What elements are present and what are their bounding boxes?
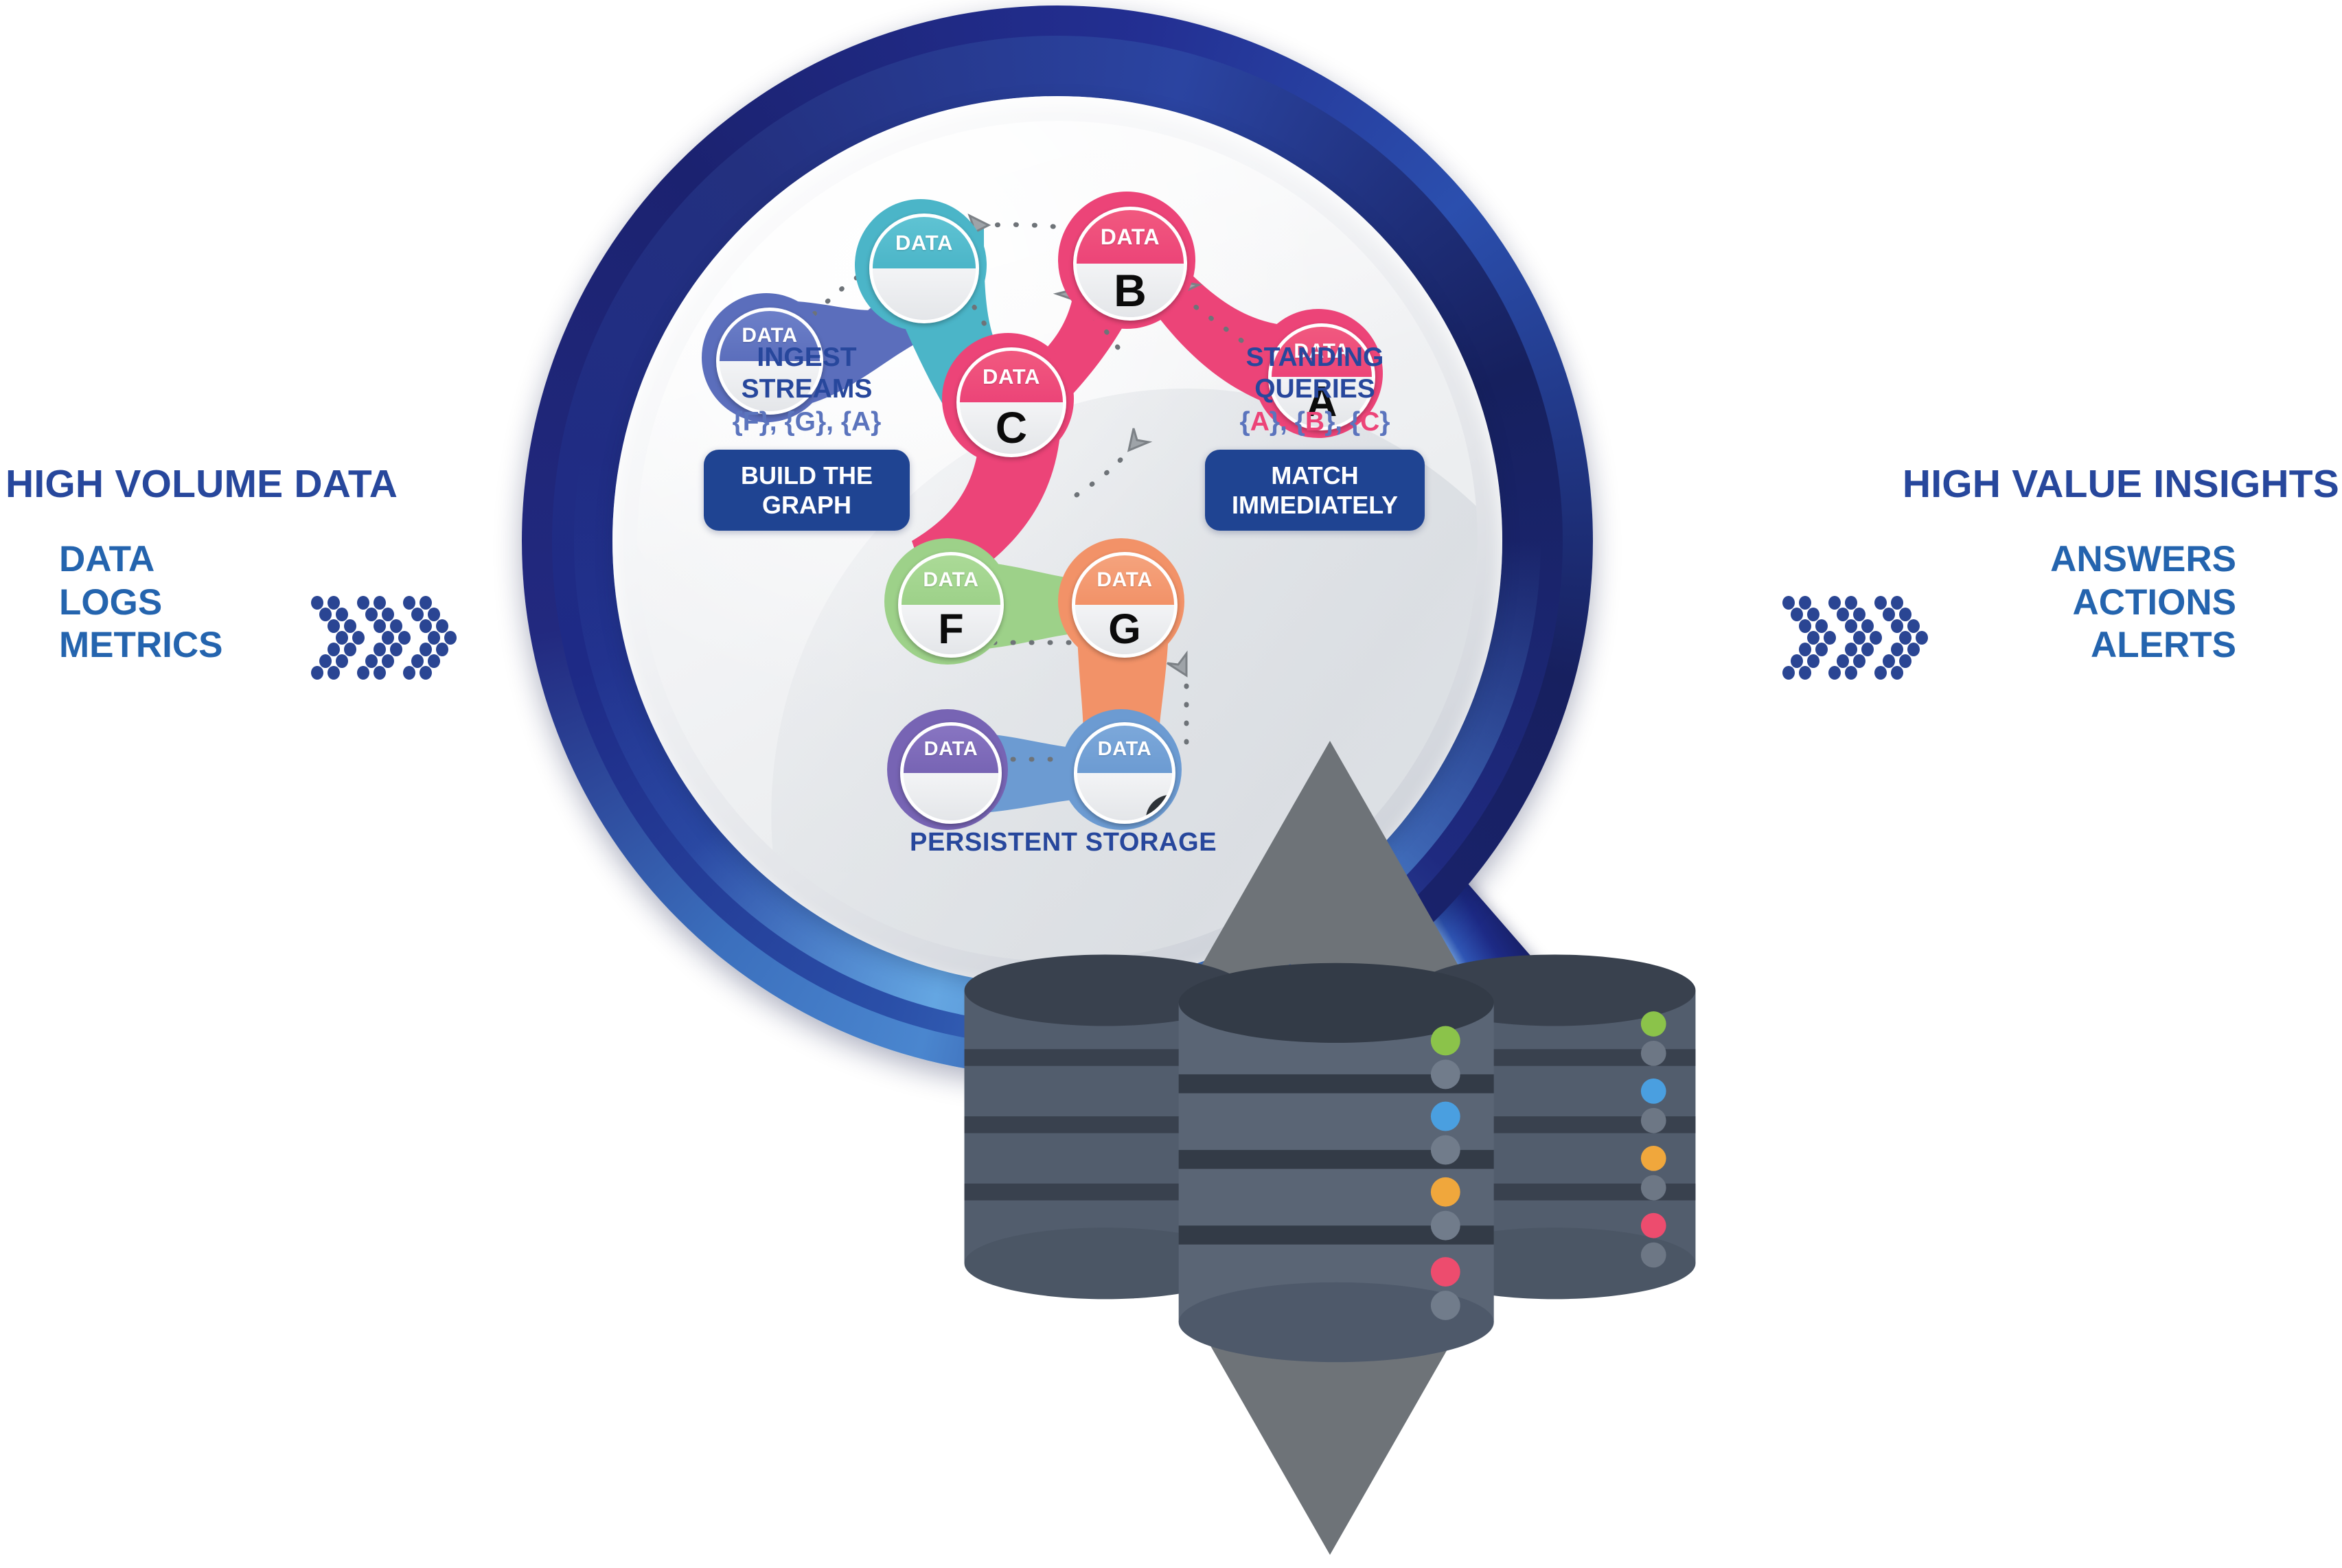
standing-queries-list: {A}, {B}, {C} <box>1239 407 1390 437</box>
persistent-storage-group: PERSISTENT STORAGE <box>910 728 1696 1555</box>
graph-node-b[interactable]: DATA B <box>1058 192 1195 329</box>
arrowhead-f-c <box>1127 428 1153 452</box>
node-badge: DATA <box>873 217 976 268</box>
graph-node-c[interactable]: DATA C <box>942 333 1074 465</box>
database-center <box>1178 962 1494 1363</box>
node-badge: DATA <box>902 555 1000 605</box>
match-immediately-button[interactable]: MATCH IMMEDIATELY <box>1205 449 1425 531</box>
chevron-dots-right-icon <box>310 592 468 684</box>
right-list-item-alerts: ALERTS <box>2091 625 2236 666</box>
node-face: DATA <box>869 214 979 323</box>
query-b: B <box>1305 407 1325 437</box>
node-face: DATA C <box>956 347 1066 457</box>
node-letter: B <box>1114 265 1147 316</box>
node-badge: DATA <box>1075 555 1174 605</box>
magnifying-glass-icon: DATA DATA DATA B DATA A DATA C DATA F DA… <box>522 5 1696 1555</box>
node-face: DATA F <box>898 552 1004 658</box>
standing-queries-label: STANDING QUERIES {A}, {B}, {C} MATCH IMM… <box>1195 342 1435 531</box>
right-list-item-answers: ANSWERS <box>2050 539 2236 579</box>
ingest-streams-label: INGEST STREAMS {F}, {G}, {A} BUILD THE G… <box>693 342 920 531</box>
graph-node-f[interactable]: DATA F <box>884 538 1011 665</box>
left-panel-title: HIGH VOLUME DATA <box>5 462 398 506</box>
graph-node-gears[interactable]: DATA <box>855 199 987 331</box>
query-c: C <box>1360 407 1380 437</box>
graph-node-g[interactable]: DATA G <box>1058 538 1184 665</box>
node-badge: DATA <box>960 351 1063 402</box>
query-a: A <box>1250 407 1270 437</box>
node-letter: C <box>995 403 1028 453</box>
ingest-line2: STREAMS <box>741 374 873 404</box>
node-letter: F <box>938 606 964 653</box>
right-list-item-actions: ACTIONS <box>2072 581 2237 623</box>
left-list-item-data: DATA <box>59 539 155 579</box>
ingest-streams-list: {F}, {G}, {A} <box>732 407 882 437</box>
streaming-graph: DATA DATA DATA B DATA A DATA C DATA F DA… <box>637 121 1696 1555</box>
ingest-line1: INGEST <box>757 343 857 372</box>
right-panel-list: ANSWERS ACTIONS ALERTS <box>1903 538 2236 667</box>
arrowhead-doc-g <box>1167 650 1188 678</box>
high-value-insights-panel: HIGH VALUE INSIGHTS ANSWERS ACTIONS ALER… <box>1903 461 2339 667</box>
node-letter: G <box>1108 606 1141 653</box>
queries-line1: STANDING <box>1245 343 1384 372</box>
diagram-canvas: HIGH VOLUME DATA DATA LOGS METRICS HIGH … <box>0 0 2342 1555</box>
right-panel-title: HIGH VALUE INSIGHTS <box>1902 462 2339 506</box>
node-face: DATA G <box>1072 552 1178 658</box>
queries-line2: QUERIES <box>1254 374 1375 404</box>
build-the-graph-button[interactable]: BUILD THE GRAPH <box>704 449 910 531</box>
node-badge: DATA <box>1077 210 1184 264</box>
chevron-dots-right-icon <box>1782 592 1940 684</box>
node-face: DATA B <box>1073 207 1187 321</box>
